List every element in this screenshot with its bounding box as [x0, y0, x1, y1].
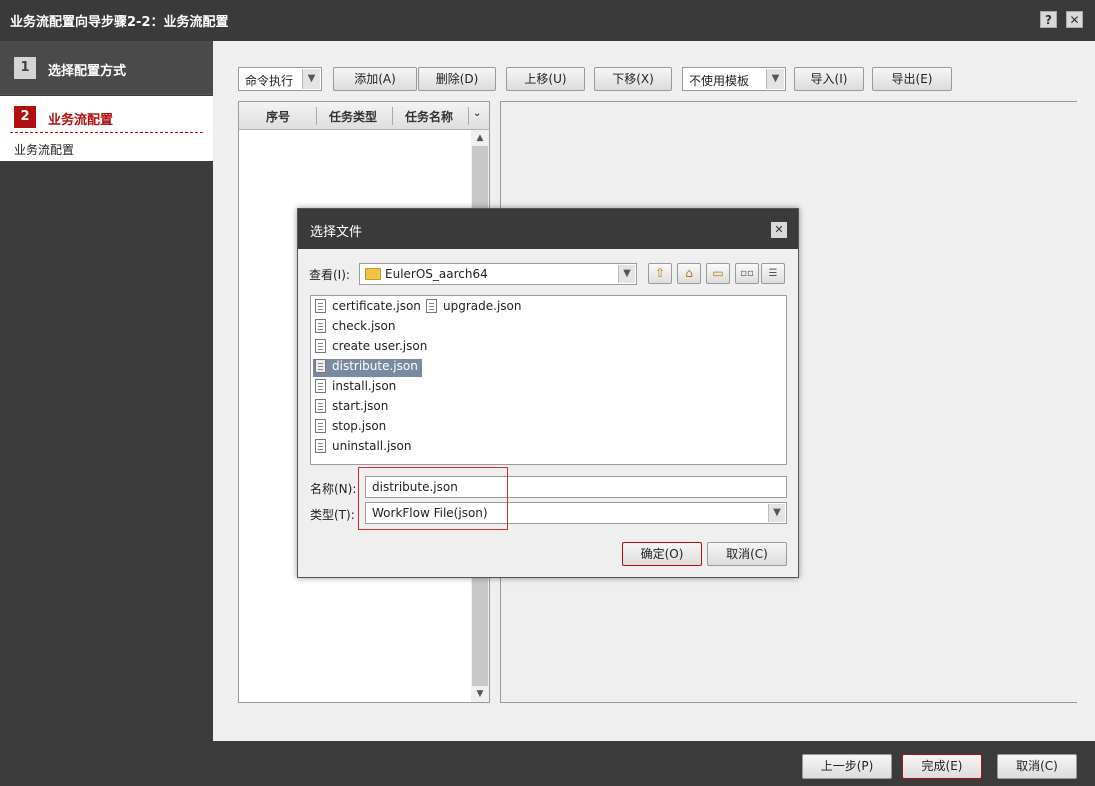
template-select[interactable]: 不使用模板 ▼	[682, 67, 786, 91]
file-name: create user.json	[332, 339, 428, 353]
sidebar-step-1[interactable]: 1 选择配置方式	[0, 41, 213, 95]
list-item-selected[interactable]: distribute.json	[313, 358, 422, 377]
file-icon	[315, 398, 326, 413]
file-icon	[315, 418, 326, 433]
list-item[interactable]: create user.json	[315, 338, 428, 357]
file-icon	[315, 358, 326, 373]
list-item[interactable]: check.json	[315, 318, 396, 337]
window-close-button[interactable]: ✕	[1066, 11, 1083, 28]
scroll-up-icon[interactable]: ▲	[471, 130, 489, 146]
step-number: 1	[14, 57, 36, 79]
list-item[interactable]: stop.json	[315, 418, 387, 437]
step-label: 业务流配置	[48, 113, 114, 128]
delete-button[interactable]: 删除(D)	[418, 67, 496, 91]
wizard-footer: 上一步(P) 完成(E) 取消(C)	[0, 741, 1095, 786]
look-in-label: 查看(I):	[309, 268, 350, 282]
name-label: 名称(N):	[310, 482, 357, 496]
file-name: stop.json	[332, 419, 387, 433]
file-list[interactable]: certificate.json upgrade.json check.json…	[310, 295, 787, 465]
sidebar-step-2[interactable]: 2 业务流配置 业务流配置	[0, 96, 213, 161]
step-label: 选择配置方式	[48, 64, 127, 79]
wizard-sidebar: 1 选择配置方式 2 业务流配置 业务流配置	[0, 41, 213, 741]
file-name: upgrade.json	[443, 299, 522, 313]
dialog-title: 选择文件	[310, 225, 363, 240]
column-header[interactable]: 任务名称	[405, 108, 453, 125]
cancel-button[interactable]: 取消(C)	[997, 754, 1077, 779]
chevron-down-icon: ▼	[768, 504, 785, 522]
file-name: install.json	[332, 379, 397, 393]
chevron-down-icon: ▼	[302, 69, 320, 89]
chevron-down-icon: ▼	[618, 265, 635, 283]
file-name: uninstall.json	[332, 439, 412, 453]
mode-select-value: 命令执行	[245, 74, 294, 88]
column-header[interactable]: 序号	[266, 108, 290, 125]
file-name: start.json	[332, 399, 389, 413]
file-icon	[315, 298, 326, 313]
divider	[10, 132, 203, 133]
home-icon[interactable]: ⌂	[677, 263, 701, 284]
list-item[interactable]: upgrade.json	[426, 298, 522, 317]
list-view-icon[interactable]: ▫▫	[735, 263, 759, 284]
file-icon	[315, 338, 326, 353]
scroll-down-icon[interactable]: ▼	[471, 686, 489, 702]
dialog-close-button[interactable]: ✕	[771, 222, 787, 238]
file-icon	[315, 378, 326, 393]
chevron-down-icon: ▼	[766, 69, 784, 89]
mode-select[interactable]: 命令执行 ▼	[238, 67, 322, 91]
move-up-button[interactable]: 上移(U)	[506, 67, 585, 91]
file-icon	[315, 318, 326, 333]
add-button[interactable]: 添加(A)	[333, 67, 417, 91]
file-chooser-dialog: 选择文件 ✕ 查看(I): EulerOS_aarch64 ▼ ⇧ ⌂ ▭ ▫▫…	[297, 208, 799, 578]
file-icon	[315, 438, 326, 453]
window-titlebar: 业务流配置向导步骤2-2：业务流配置 ? ✕	[0, 0, 1095, 41]
divider	[468, 107, 469, 125]
list-item[interactable]: install.json	[315, 378, 397, 397]
list-item[interactable]: certificate.json	[315, 298, 421, 317]
list-item[interactable]: start.json	[315, 398, 389, 417]
look-in-select[interactable]: EulerOS_aarch64 ▼	[359, 263, 637, 285]
export-button[interactable]: 导出(E)	[872, 67, 952, 91]
dialog-titlebar: 选择文件 ✕	[298, 209, 798, 249]
step-sub-item[interactable]: 业务流配置	[14, 141, 74, 158]
step-number: 2	[14, 106, 36, 128]
column-header[interactable]: 任务类型	[329, 108, 377, 125]
window-title: 业务流配置向导步骤2-2：业务流配置	[10, 15, 229, 30]
new-folder-icon[interactable]: ▭	[706, 263, 730, 284]
up-folder-icon[interactable]: ⇧	[648, 263, 672, 284]
file-name: check.json	[332, 319, 396, 333]
template-select-value: 不使用模板	[689, 74, 750, 88]
highlight-box	[358, 467, 508, 530]
divider	[316, 107, 317, 125]
grid-header: 序号 任务类型 任务名称 ⌄	[239, 102, 489, 130]
ok-button[interactable]: 确定(O)	[622, 542, 702, 566]
dialog-cancel-button[interactable]: 取消(C)	[707, 542, 787, 566]
file-name: distribute.json	[332, 359, 418, 373]
look-in-value: EulerOS_aarch64	[385, 267, 488, 281]
move-down-button[interactable]: 下移(X)	[594, 67, 672, 91]
help-button[interactable]: ?	[1040, 11, 1057, 28]
finish-button[interactable]: 完成(E)	[902, 754, 982, 779]
type-label: 类型(T):	[310, 508, 355, 522]
file-icon	[426, 298, 437, 313]
prev-button[interactable]: 上一步(P)	[802, 754, 892, 779]
folder-icon	[365, 268, 381, 280]
import-button[interactable]: 导入(I)	[794, 67, 864, 91]
column-menu-icon[interactable]: ⌄	[473, 108, 481, 119]
divider	[392, 107, 393, 125]
file-name: certificate.json	[332, 299, 421, 313]
details-view-icon[interactable]: ☰	[761, 263, 785, 284]
list-item[interactable]: uninstall.json	[315, 438, 412, 457]
